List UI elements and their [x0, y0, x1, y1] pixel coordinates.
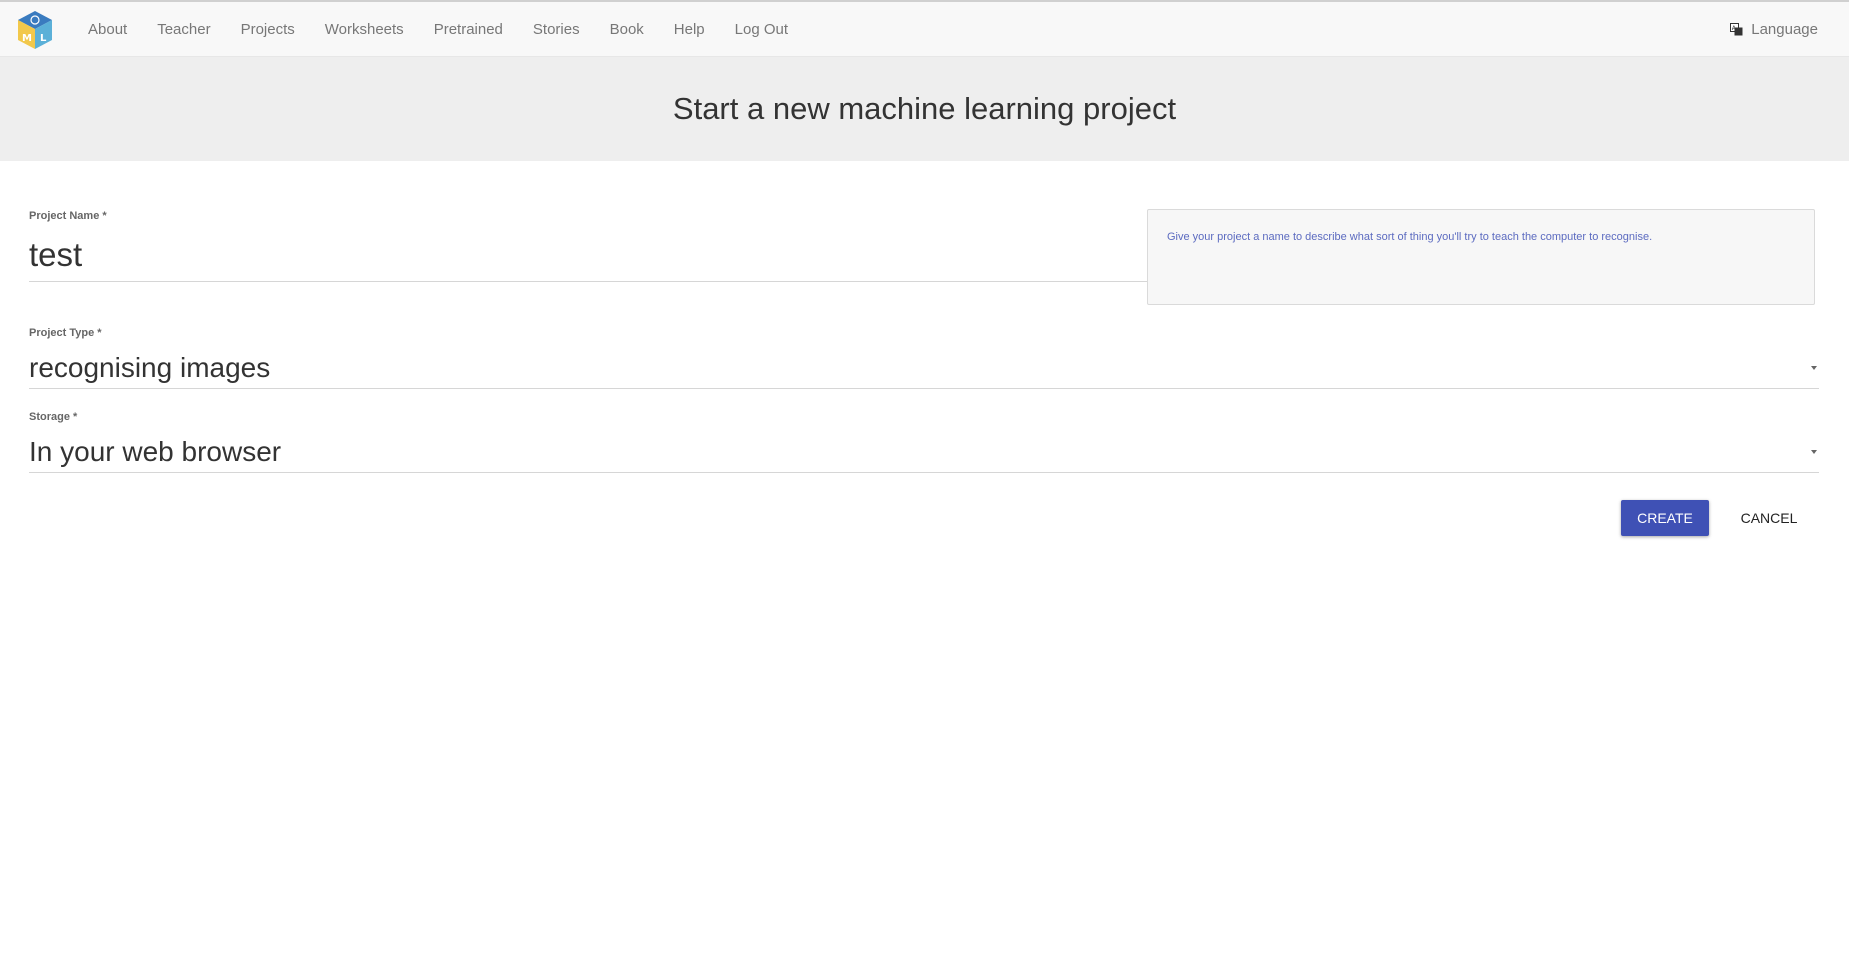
nav-teacher[interactable]: Teacher — [142, 2, 225, 57]
cancel-button[interactable]: CANCEL — [1725, 500, 1813, 536]
language-label: Language — [1751, 21, 1818, 38]
page-header: Start a new machine learning project — [0, 57, 1849, 161]
project-name-label: Project Name * — [29, 210, 107, 222]
svg-text:L: L — [40, 33, 47, 44]
project-type-select[interactable]: recognising images — [29, 352, 270, 384]
project-type-label: Project Type * — [29, 327, 102, 339]
storage-underline — [29, 472, 1819, 473]
ml-cube-logo-icon[interactable]: M L — [16, 10, 54, 50]
nav-help[interactable]: Help — [659, 2, 720, 57]
project-type-underline — [29, 388, 1819, 389]
nav-log-out[interactable]: Log Out — [720, 2, 803, 57]
storage-chevron-down-icon[interactable] — [1811, 450, 1817, 454]
nav-pretrained[interactable]: Pretrained — [419, 2, 518, 57]
svg-text:M: M — [22, 33, 32, 44]
project-type-chevron-down-icon[interactable] — [1811, 366, 1817, 370]
nav-about[interactable]: About — [73, 2, 142, 57]
nav-projects[interactable]: Projects — [226, 2, 310, 57]
translate-icon: A — [1730, 23, 1743, 36]
nav-worksheets[interactable]: Worksheets — [310, 2, 419, 57]
project-name-underline — [29, 281, 1147, 282]
main-nav: About Teacher Projects Worksheets Pretra… — [73, 2, 803, 57]
page-title: Start a new machine learning project — [672, 91, 1177, 126]
storage-select[interactable]: In your web browser — [29, 436, 281, 468]
project-name-help-text: Give your project a name to describe wha… — [1167, 231, 1653, 243]
create-button[interactable]: CREATE — [1621, 500, 1709, 536]
project-name-input[interactable]: test — [29, 236, 82, 274]
top-navbar: M L About Teacher Projects Worksheets Pr… — [0, 0, 1849, 57]
nav-stories[interactable]: Stories — [518, 2, 595, 57]
language-selector[interactable]: A Language — [1730, 2, 1818, 57]
project-name-help: Give your project a name to describe wha… — [1147, 209, 1815, 305]
storage-label: Storage * — [29, 411, 78, 423]
nav-book[interactable]: Book — [595, 2, 659, 57]
